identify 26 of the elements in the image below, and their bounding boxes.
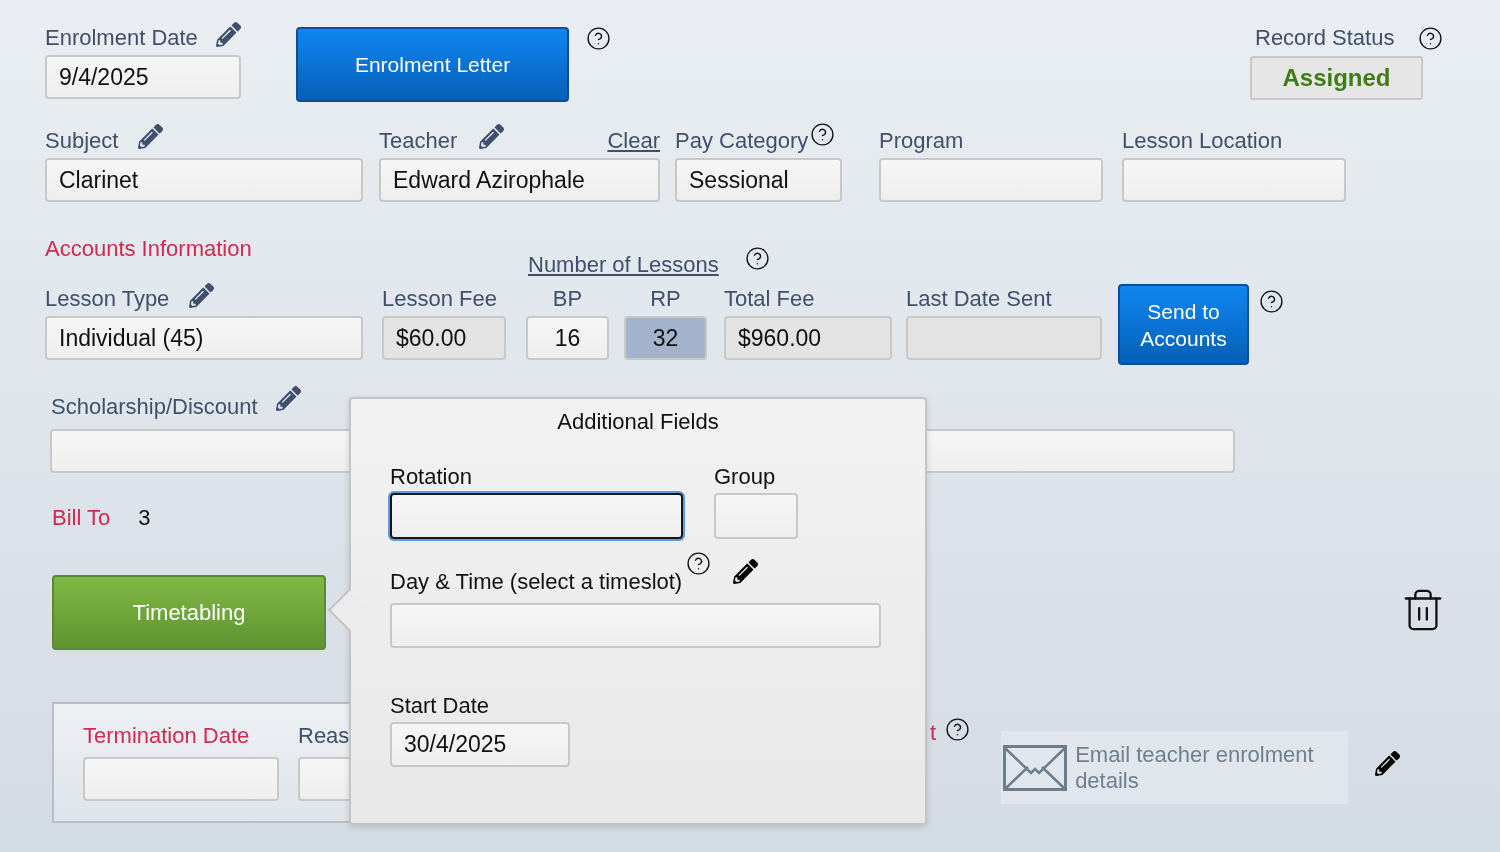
field-label: Lesson Fee — [382, 286, 497, 312]
field-label: Day & Time (select a timeslot) — [390, 569, 683, 595]
field-label: RP — [650, 286, 681, 312]
field-label: Reas — [298, 723, 350, 749]
field-label: Rotation — [390, 464, 472, 490]
field-label: Start Date — [390, 693, 490, 719]
field-label: Program — [879, 127, 964, 154]
popover-title: Additional Fields — [556, 409, 720, 435]
field-label: Pay Category — [675, 127, 809, 154]
field-label: Lesson Type — [45, 286, 170, 312]
field-label: Teacher — [379, 127, 458, 154]
section-heading: Accounts Information — [45, 236, 253, 262]
field-label: Enrolment Date — [45, 25, 198, 51]
record-status-field: Assigned — [1250, 56, 1423, 100]
field-label: Record Status — [1255, 25, 1395, 51]
bill-to-value: 3 — [138, 505, 151, 531]
field-label: t — [930, 720, 937, 746]
field-label: Bill To — [52, 505, 111, 531]
field-label: Scholarship/Discount — [51, 394, 258, 420]
field-label: Last Date Sent — [906, 286, 1052, 312]
field-label: Group — [714, 464, 776, 490]
field-label: BP — [552, 286, 583, 312]
field-label: Subject — [45, 127, 119, 154]
field-label: Lesson Location — [1122, 127, 1283, 154]
field-label: Total Fee — [724, 286, 815, 312]
field-label: Termination Date — [83, 723, 250, 749]
